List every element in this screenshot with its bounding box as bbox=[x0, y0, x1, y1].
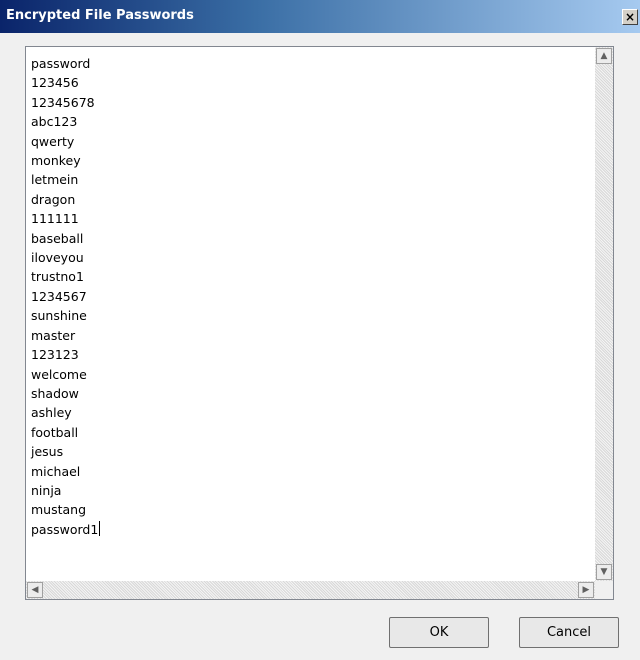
password-line: qwerty bbox=[31, 133, 75, 149]
title-bar[interactable]: Encrypted File Passwords × bbox=[0, 0, 640, 33]
password-line-text: password1 bbox=[31, 521, 99, 537]
text-caret bbox=[99, 520, 101, 536]
password-line: iloveyou bbox=[31, 250, 84, 266]
scroll-left-button[interactable]: ◀ bbox=[27, 582, 43, 598]
password-line: 1234567 bbox=[31, 288, 87, 304]
horizontal-scrollbar[interactable]: ◀ ▶ bbox=[26, 581, 595, 599]
window-title: Encrypted File Passwords bbox=[6, 8, 194, 23]
password-line: 12345678 bbox=[31, 94, 95, 110]
password-line: shadow bbox=[31, 385, 79, 401]
password-line: master bbox=[31, 327, 76, 343]
password-line: abc123 bbox=[31, 114, 78, 130]
scroll-right-button[interactable]: ▶ bbox=[578, 582, 594, 598]
password-line-last: password1 bbox=[31, 520, 595, 539]
dialog-window: Encrypted File Passwords × password 1234… bbox=[0, 0, 640, 660]
password-line: mustang bbox=[31, 502, 87, 518]
password-text-content[interactable]: password 123456 12345678 abc123 qwerty m… bbox=[26, 47, 595, 581]
password-line: baseball bbox=[31, 230, 84, 246]
arrow-left-icon: ◀ bbox=[31, 585, 39, 595]
password-line: 123123 bbox=[31, 347, 79, 363]
scrollbar-corner bbox=[595, 581, 613, 599]
vertical-scrollbar[interactable]: ▲ ▼ bbox=[595, 47, 613, 581]
password-line: monkey bbox=[31, 153, 81, 169]
password-line: ashley bbox=[31, 405, 72, 421]
scroll-up-button[interactable]: ▲ bbox=[596, 48, 612, 64]
password-line: 123456 bbox=[31, 75, 79, 91]
password-line: michael bbox=[31, 463, 81, 479]
ok-button[interactable]: OK bbox=[389, 617, 489, 648]
password-line: trustno1 bbox=[31, 269, 84, 285]
arrow-up-icon: ▲ bbox=[600, 51, 608, 61]
password-line: dragon bbox=[31, 191, 76, 207]
password-line: letmein bbox=[31, 172, 79, 188]
close-icon: × bbox=[624, 10, 636, 24]
close-button[interactable]: × bbox=[622, 9, 638, 25]
arrow-right-icon: ▶ bbox=[582, 585, 590, 595]
password-list-textarea[interactable]: password 123456 12345678 abc123 qwerty m… bbox=[25, 46, 614, 600]
arrow-down-icon: ▼ bbox=[600, 567, 608, 577]
password-line: password bbox=[31, 56, 91, 71]
password-line: ninja bbox=[31, 482, 62, 498]
cancel-button[interactable]: Cancel bbox=[519, 617, 619, 648]
password-line: welcome bbox=[31, 366, 87, 382]
scroll-down-button[interactable]: ▼ bbox=[596, 564, 612, 580]
password-line: football bbox=[31, 424, 79, 440]
password-line: sunshine bbox=[31, 308, 87, 324]
password-line: 111111 bbox=[31, 211, 79, 227]
password-line: jesus bbox=[31, 444, 64, 460]
